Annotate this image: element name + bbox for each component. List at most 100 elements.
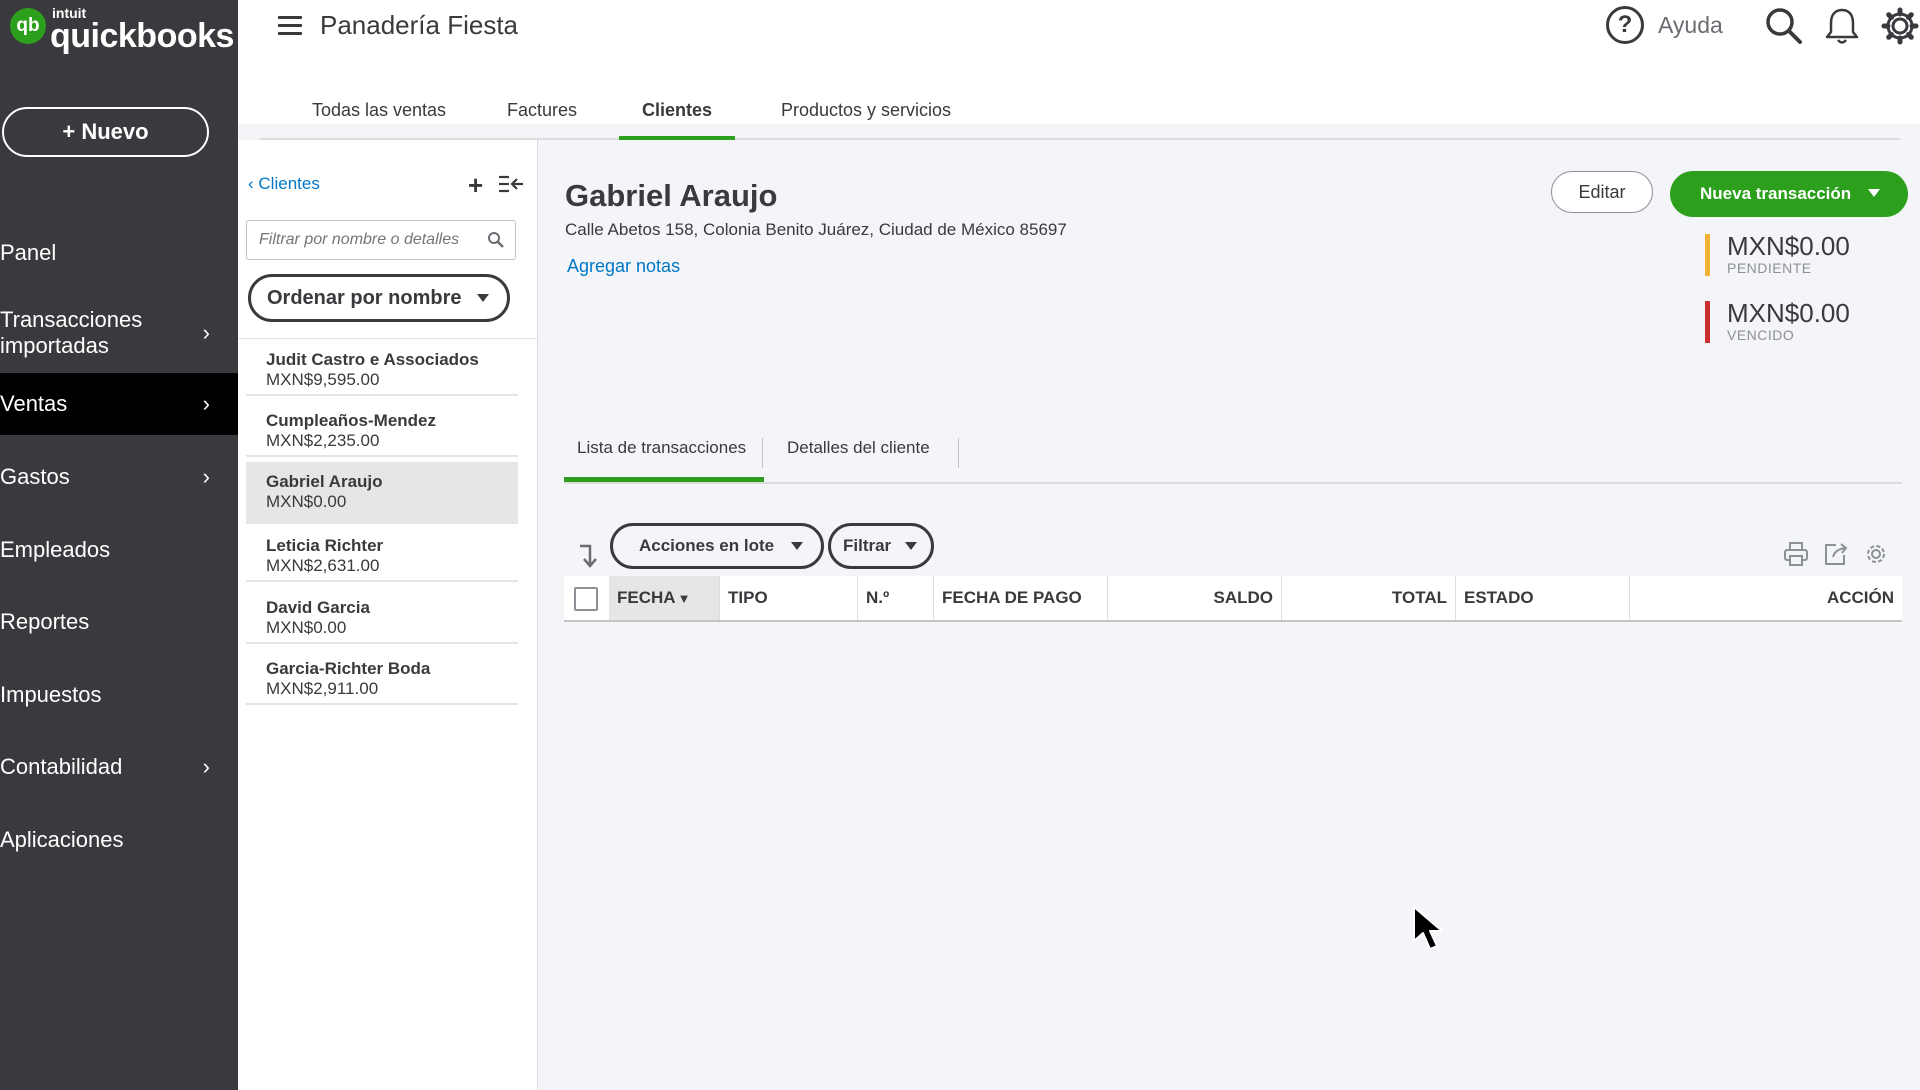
customer-search-input[interactable] xyxy=(247,221,477,259)
tab-productos-y-servicios[interactable]: Productos y servicios xyxy=(766,96,966,140)
sidebar-item-reportes[interactable]: Reportes xyxy=(0,607,238,637)
column-fecha-de-pago[interactable]: FECHA DE PAGO xyxy=(933,576,1107,620)
add-notes-link[interactable]: Agregar notas xyxy=(567,256,680,277)
new-transaction-button[interactable]: Nueva transacción xyxy=(1670,171,1908,217)
sidebar-item-label: Panel xyxy=(0,240,57,265)
customer-detail-panel: Gabriel Araujo Calle Abetos 158, Colonia… xyxy=(540,140,1920,1090)
top-header: Panadería Fiesta ? Ayuda Todas las venta… xyxy=(238,0,1920,140)
column-tipo[interactable]: TIPO xyxy=(719,576,857,620)
print-icon[interactable] xyxy=(1782,540,1810,568)
customer-balance: MXN$2,631.00 xyxy=(266,556,380,575)
bell-icon[interactable] xyxy=(1820,4,1864,48)
customer-list-item[interactable]: David Garcia MXN$0.00 xyxy=(246,588,518,644)
batch-actions-dropdown[interactable]: Acciones en lote xyxy=(610,523,824,569)
overdue-balance: MXN$0.00 VENCIDO xyxy=(1705,299,1885,343)
pending-indicator xyxy=(1705,234,1710,276)
sort-label: Ordenar por nombre xyxy=(267,286,462,309)
tab-clientes[interactable]: Clientes xyxy=(619,96,735,140)
help-label: Ayuda xyxy=(1658,11,1723,38)
customer-title: Gabriel Araujo xyxy=(565,178,778,213)
collapse-list-icon[interactable] xyxy=(498,174,524,194)
tab-factures[interactable]: Factures xyxy=(492,96,592,140)
tab-lista-de-transacciones[interactable]: Lista de transacciones xyxy=(564,424,764,482)
caret-down-icon xyxy=(905,542,917,550)
tab-separator xyxy=(958,438,959,468)
sales-tabs: Todas las ventas Factures Clientes Produ… xyxy=(260,96,1900,140)
overdue-label: VENCIDO xyxy=(1727,327,1795,343)
column-fecha[interactable]: FECHA ▼ xyxy=(609,576,719,620)
customer-address: Calle Abetos 158, Colonia Benito Juárez,… xyxy=(565,220,1067,239)
customer-balance: MXN$0.00 xyxy=(266,492,347,511)
customer-list-item[interactable]: Judit Castro e Associados MXN$9,595.00 xyxy=(246,340,518,396)
customer-balance: MXN$2,235.00 xyxy=(266,431,380,450)
help-button[interactable]: ? Ayuda xyxy=(1606,6,1723,44)
customer-name: Garcia-Richter Boda xyxy=(266,659,431,678)
edit-button[interactable]: Editar xyxy=(1551,171,1653,213)
qb-logo-icon: qb xyxy=(10,8,46,44)
customer-list-item-selected[interactable]: Gabriel Araujo MXN$0.00 xyxy=(246,462,518,524)
search-icon xyxy=(488,232,504,248)
caret-down-icon xyxy=(1868,189,1880,197)
sidebar-item-impuestos[interactable]: Impuestos xyxy=(0,680,238,710)
customer-name: Judit Castro e Associados xyxy=(266,350,479,369)
sidebar-item-label: Empleados xyxy=(0,537,111,562)
column-total[interactable]: TOTAL xyxy=(1281,576,1455,620)
sort-desc-icon: ▼ xyxy=(677,590,691,606)
customer-balance: MXN$0.00 xyxy=(266,618,347,637)
sidebar-item-label: Gastos xyxy=(0,464,70,489)
new-button[interactable]: + Nuevo xyxy=(2,107,209,157)
sidebar-item-transacciones-importadas[interactable]: Transacciones importadas › xyxy=(0,306,238,360)
overdue-amount: MXN$0.00 xyxy=(1727,298,1850,328)
sidebar-item-aplicaciones[interactable]: Aplicaciones xyxy=(0,825,238,855)
add-customer-icon[interactable]: + xyxy=(468,170,483,201)
overdue-indicator xyxy=(1705,301,1710,343)
column-accion[interactable]: ACCIÓN xyxy=(1629,576,1902,620)
batch-actions-label: Acciones en lote xyxy=(639,536,775,555)
sort-by-name-dropdown[interactable]: Ordenar por nombre xyxy=(248,274,510,322)
pending-label: PENDIENTE xyxy=(1727,260,1812,276)
column-label: FECHA xyxy=(617,588,676,607)
new-transaction-label: Nueva transacción xyxy=(1700,184,1852,203)
chevron-right-icon: › xyxy=(202,320,210,345)
column-numero[interactable]: N.º xyxy=(857,576,933,620)
select-all-checkbox[interactable] xyxy=(574,587,598,611)
customer-list-panel: ‹ Clientes + Ordenar por nombre Judit Ca… xyxy=(238,140,538,1090)
transactions-table-header: FECHA ▼ TIPO N.º FECHA DE PAGO SALDO TOT… xyxy=(564,576,1902,622)
gear-icon[interactable] xyxy=(1878,4,1920,48)
customer-name: Leticia Richter xyxy=(266,536,384,555)
sidebar-item-gastos[interactable]: Gastos › xyxy=(0,462,238,492)
pending-balance: MXN$0.00 PENDIENTE xyxy=(1705,232,1885,276)
sidebar-item-label: Contabilidad xyxy=(0,754,123,779)
chevron-left-icon: ‹ xyxy=(248,174,254,193)
customer-name: David Garcia xyxy=(266,598,370,617)
sidebar-item-label: Ventas xyxy=(0,391,68,416)
quickbooks-logo[interactable]: qb intuit quickbooks xyxy=(10,6,234,55)
tab-todas-las-ventas[interactable]: Todas las ventas xyxy=(304,96,454,140)
sort-arrow-icon[interactable] xyxy=(576,542,598,570)
sidebar-item-label-line1: Transacciones xyxy=(0,307,143,332)
customer-balance: MXN$9,595.00 xyxy=(266,370,380,389)
customer-list-item[interactable]: Cumpleaños-Mendez MXN$2,235.00 xyxy=(246,401,518,457)
customer-name: Gabriel Araujo xyxy=(266,472,383,491)
company-name: Panadería Fiesta xyxy=(320,10,519,40)
sidebar-item-empleados[interactable]: Empleados xyxy=(0,535,238,565)
hamburger-menu-icon[interactable] xyxy=(278,16,302,38)
search-icon[interactable] xyxy=(1762,4,1806,48)
tab-detalles-del-cliente[interactable]: Detalles del cliente xyxy=(774,424,944,482)
chevron-right-icon: › xyxy=(202,464,210,489)
customer-list-item[interactable]: Garcia-Richter Boda MXN$2,911.00 xyxy=(246,649,518,705)
sidebar-item-ventas[interactable]: Ventas › xyxy=(0,373,238,435)
divider xyxy=(238,338,538,339)
column-estado[interactable]: ESTADO xyxy=(1455,576,1629,620)
column-saldo[interactable]: SALDO xyxy=(1107,576,1281,620)
sidebar-item-label: Transacciones importadas xyxy=(0,307,142,359)
filter-dropdown[interactable]: Filtrar xyxy=(828,523,934,569)
quickbooks-wordmark: quickbooks xyxy=(50,17,234,55)
export-icon[interactable] xyxy=(1822,540,1850,568)
back-to-customers-link[interactable]: ‹ Clientes xyxy=(248,174,320,194)
settings-icon[interactable] xyxy=(1862,540,1890,568)
sidebar-item-panel[interactable]: Panel xyxy=(0,238,238,268)
sidebar-item-contabilidad[interactable]: Contabilidad › xyxy=(0,752,238,782)
chevron-right-icon: › xyxy=(202,391,210,416)
customer-list-item[interactable]: Leticia Richter MXN$2,631.00 xyxy=(246,526,518,582)
